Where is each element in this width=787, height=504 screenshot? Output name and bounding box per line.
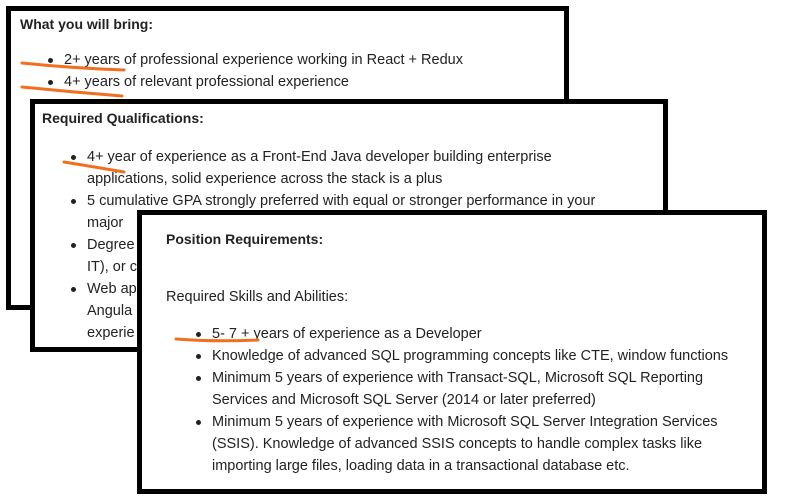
list-item-line: Minimum 5 years of experience with Trans… [212,370,704,386]
position-requirements-card: Position Requirements: Required Skills a… [137,210,767,494]
list-item-line: major [87,215,124,231]
list-item-line: applications, solid experience across th… [87,171,443,187]
list-item-line: Degree [87,237,135,253]
card3-subheading: Required Skills and Abilities: [166,289,349,305]
list-item: Minimum 5 years of experience with Micro… [195,411,728,477]
card3-list: 5- 7 + years of experience as a Develope… [195,323,728,477]
list-item-line: 4+ year of experience as a Front-End Jav… [87,149,552,165]
list-item-line: Angula [87,303,133,319]
list-item: 4+ years of relevant professional experi… [48,71,463,93]
card1-list: 2+ years of professional experience work… [48,49,463,93]
list-item-line: Web ap [87,281,137,297]
list-item-line: importing large files, loading data in a… [212,458,630,474]
card3-heading: Position Requirements: [166,231,324,247]
list-item-line: (SSIS). Knowledge of advanced SSIS conce… [212,436,703,452]
list-item: Knowledge of advanced SQL programming co… [195,345,728,367]
list-item-line: IT), or c [87,259,137,275]
list-item: 4+ year of experience as a Front-End Jav… [70,146,595,190]
list-item: 5- 7 + years of experience as a Develope… [195,323,728,345]
list-item: 2+ years of professional experience work… [48,49,463,71]
card1-heading: What you will bring: [20,16,153,32]
list-item-line: Services and Microsoft SQL Server (2014 … [212,392,596,408]
list-item-line: Minimum 5 years of experience with Micro… [212,414,718,430]
list-item-line: experie [87,325,135,341]
card2-heading: Required Qualifications: [42,110,204,126]
list-item-line: 5 cumulative GPA strongly preferred with… [87,193,596,209]
list-item: Minimum 5 years of experience with Trans… [195,367,728,411]
